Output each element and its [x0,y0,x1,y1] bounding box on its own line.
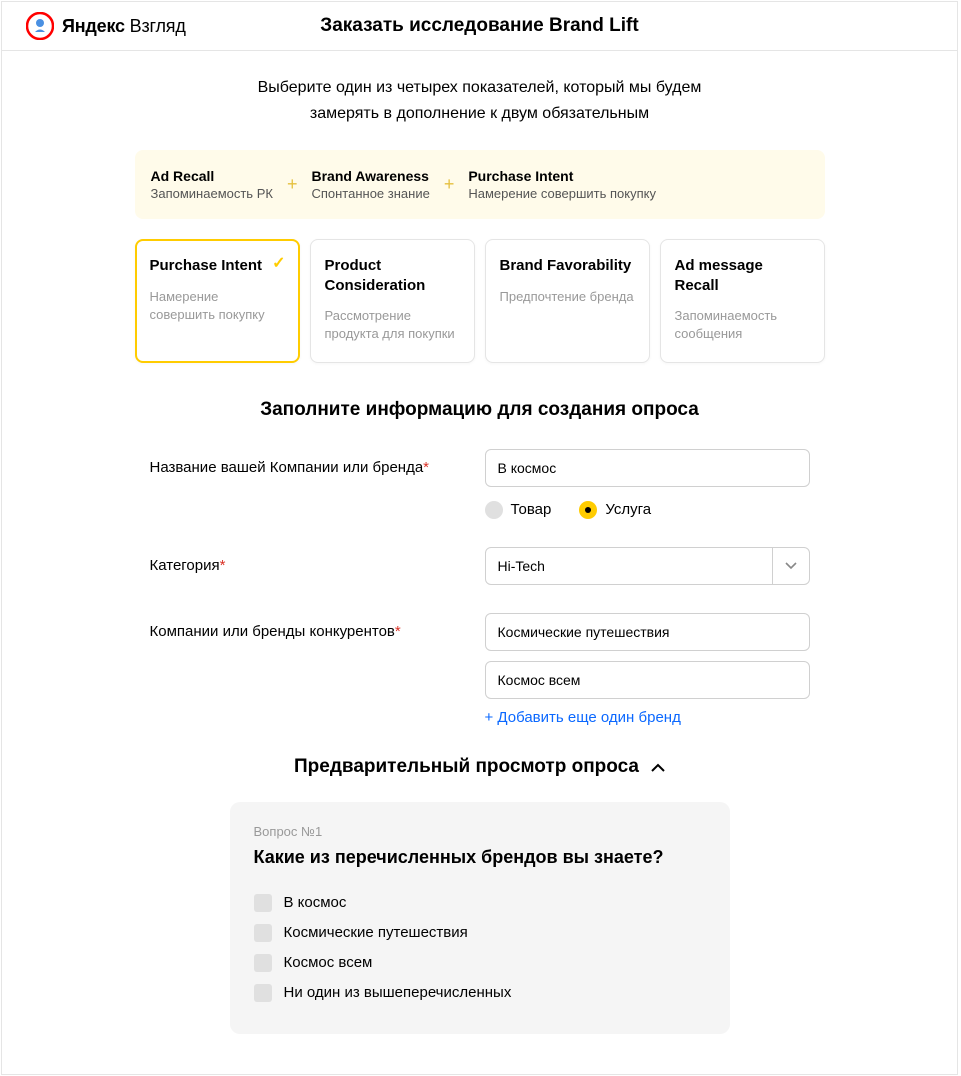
metric-card-brand-favorability[interactable]: Brand Favorability Предпочтение бренда [485,239,650,362]
form: Название вашей Компании или бренда* Това… [150,449,810,726]
preview-card: Вопрос №1 Какие из перечисленных брендов… [230,802,730,1034]
preview-option[interactable]: Ни один из вышеперечисленных [254,978,706,1008]
competitor-input-1[interactable] [485,613,810,651]
plus-icon: + [430,174,469,195]
form-section-title: Заполните информацию для создания опроса [2,399,957,421]
radio-product[interactable]: Товар [485,501,552,519]
preview-option[interactable]: Космические путешествия [254,918,706,948]
app-frame: Яндекс Взгляд Заказать исследование Bran… [1,1,958,1075]
check-icon: ✓ [272,253,285,273]
chevron-up-icon [651,759,665,775]
form-row-brand: Название вашей Компании или бренда* Това… [150,449,810,519]
preview-option[interactable]: В космос [254,888,706,918]
content: Выберите один из четырех показателей, ко… [2,51,957,1074]
plus-icon: + [273,174,312,195]
page-title: Заказать исследование Brand Lift [320,15,638,37]
mandatory-metric: Brand Awareness Спонтанное знание [311,168,429,201]
category-label: Категория* [150,547,485,574]
logo-text: Яндекс Взгляд [62,16,186,37]
metric-card-ad-message-recall[interactable]: Ad message Recall Запоминаемость сообщен… [660,239,825,362]
competitor-input-2[interactable] [485,661,810,699]
category-select[interactable] [485,547,810,585]
radio-icon [579,501,597,519]
mandatory-metrics-strip: Ad Recall Запоминаемость РК + Brand Awar… [135,150,825,219]
checkbox-icon [254,954,272,972]
radio-service[interactable]: Услуга [579,501,651,519]
checkbox-icon [254,984,272,1002]
form-row-category: Категория* [150,547,810,585]
metric-cards: ✓ Purchase Intent Намерение совершить по… [135,239,825,362]
mandatory-metric: Purchase Intent Намерение совершить поку… [468,168,656,201]
preview-option[interactable]: Космос всем [254,948,706,978]
checkbox-icon [254,894,272,912]
header: Яндекс Взгляд Заказать исследование Bran… [2,2,957,51]
metric-card-purchase-intent[interactable]: ✓ Purchase Intent Намерение совершить по… [135,239,300,362]
form-row-competitors: Компании или бренды конкурентов* + Добав… [150,613,810,726]
question-number: Вопрос №1 [254,824,706,839]
checkbox-icon [254,924,272,942]
brand-name-input[interactable] [485,449,810,487]
metric-card-product-consideration[interactable]: Product Consideration Рассмотрение проду… [310,239,475,362]
brand-label: Название вашей Компании или бренда* [150,449,485,476]
preview-toggle[interactable]: Предварительный просмотр опроса [2,756,957,778]
yandex-logo-icon [26,12,54,40]
radio-icon [485,501,503,519]
mandatory-metric: Ad Recall Запоминаемость РК [151,168,273,201]
intro-text: Выберите один из четырех показателей, ко… [2,75,957,126]
question-title: Какие из перечисленных брендов вы знаете… [254,847,706,868]
competitors-label: Компании или бренды конкурентов* [150,613,485,640]
logo[interactable]: Яндекс Взгляд [26,12,186,40]
add-brand-link[interactable]: + Добавить еще один бренд [485,709,681,726]
